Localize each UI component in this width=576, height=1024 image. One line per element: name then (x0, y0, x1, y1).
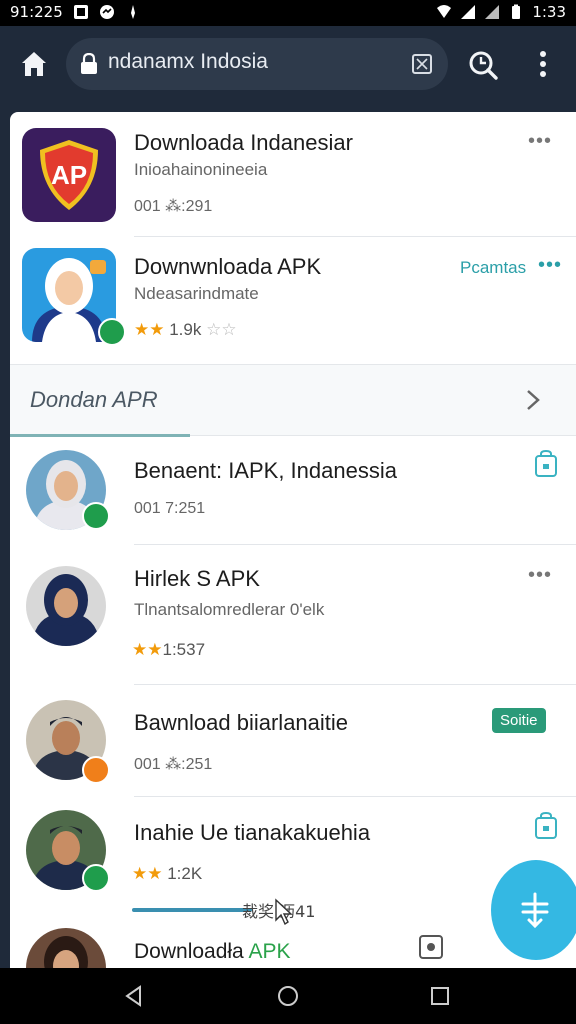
rating-empty-stars: ☆☆ (206, 320, 237, 339)
person-hijab-icon (32, 574, 100, 646)
rating: ★★ 1:2K (132, 864, 203, 883)
item-title: Inahie Ue tianakakuehia (134, 820, 371, 845)
divider (134, 544, 576, 545)
divider (134, 796, 576, 797)
recents-icon[interactable] (428, 984, 452, 1008)
app-subtitle: Inioahainonineeia (134, 160, 268, 179)
app-action-link[interactable]: Pcamtas (460, 258, 526, 278)
picture-in-picture-icon[interactable] (418, 934, 444, 960)
app-logo-shield: AP (22, 128, 116, 222)
item-subtitle: Tlnantsalomredlerar 0'elk (134, 600, 325, 619)
signal-icon (461, 5, 476, 19)
item-meta: 001 ⁂:251 (134, 756, 213, 773)
list-item[interactable]: Benaent: IAPK, Indanessia 001 7:251 (10, 436, 576, 546)
app-item[interactable]: AP Downloada Indanesiar Inioahainonineei… (10, 112, 576, 236)
list-item[interactable]: Hirlek S APK Tlnantsalomredlerar 0'elk ★… (10, 546, 576, 684)
signal-icon-2 (485, 5, 500, 19)
rating-value: 1:2K (167, 864, 203, 883)
status-bar: 91:225 1:33 (0, 0, 576, 26)
item-title: Bawnload biiarlanaitie (134, 710, 349, 735)
app-item[interactable]: Downwnloada APK Ndeasarindmate ★★ 1.9k ☆… (10, 236, 576, 364)
list-item[interactable]: Inahie Ue tianakakuehia ★★ 1:2K (10, 798, 576, 908)
app-title: Downloada Indanesiar (134, 130, 353, 155)
item-title: Downloadła APK (134, 940, 290, 964)
lock-icon[interactable] (534, 812, 558, 840)
progress-bar (132, 908, 252, 912)
item-title-part: Downloadła (134, 940, 244, 963)
battery-icon (512, 4, 521, 19)
download-icon (521, 892, 549, 929)
verified-badge-icon (98, 318, 126, 346)
status-badge-icon (82, 756, 110, 784)
floating-action-button[interactable] (491, 860, 576, 960)
more-options-button[interactable]: ••• (528, 564, 552, 587)
action-pill-button[interactable]: Soitie (492, 708, 546, 733)
rating-value: 1:537 (162, 640, 206, 659)
list-item[interactable]: Downloadła APK (10, 916, 576, 970)
shield-icon: AP (40, 140, 98, 210)
tab-switcher-icon[interactable] (410, 52, 434, 76)
system-nav-bar (0, 968, 576, 1024)
more-options-button[interactable]: ••• (538, 254, 562, 277)
svg-text:AP: AP (51, 160, 87, 190)
divider (134, 684, 576, 685)
list-item[interactable]: Bawnload biiarlanaitie 001 ⁂:251 Soitie (10, 686, 576, 796)
url-text: ndanamx Indosia (108, 50, 268, 73)
rating-value: 1.9k (169, 320, 202, 339)
section-header[interactable]: Dondan APR (10, 364, 576, 437)
home-icon[interactable] (18, 48, 50, 80)
lock-icon[interactable] (534, 450, 558, 478)
item-title: Hirlek S APK (134, 566, 260, 591)
person-icon (44, 936, 88, 970)
avatar (26, 566, 106, 646)
app-subtitle: Ndeasarindmate (134, 284, 259, 303)
search-icon[interactable] (466, 48, 500, 82)
rating: ★★ 1.9k ☆☆ (134, 320, 237, 339)
section-title: Dondan APR (30, 387, 158, 412)
overflow-menu-icon[interactable] (530, 48, 556, 82)
browser-toolbar: ndanamx Indosia (0, 26, 576, 102)
home-nav-icon[interactable] (276, 984, 300, 1008)
wifi-icon (437, 5, 452, 18)
navigation-icon (130, 5, 135, 19)
notification-app-icon (73, 5, 88, 19)
rating: ★★1:537 (132, 640, 206, 659)
lock-icon (81, 53, 97, 74)
more-options-button[interactable]: ••• (528, 130, 552, 153)
app-meta: 001 ⁂:291 (134, 198, 213, 215)
address-bar[interactable]: ndanamx Indosia (66, 38, 448, 90)
avatar (26, 928, 106, 970)
item-title-highlight: APK (248, 940, 291, 963)
back-icon[interactable] (122, 984, 146, 1008)
app-title: Downwnloada APK (134, 254, 322, 279)
item-title: Benaent: IAPK, Indanessia (134, 458, 397, 483)
page-content: AP Downloada Indanesiar Inioahainonineei… (10, 112, 576, 970)
status-time-left: 91:225 (10, 3, 63, 21)
verified-badge-icon (82, 502, 110, 530)
verified-badge-icon (82, 864, 110, 892)
chevron-right-icon[interactable] (526, 389, 540, 411)
messenger-icon (99, 5, 114, 19)
item-meta: 001 7:251 (134, 500, 206, 517)
status-time-right: 1:33 (532, 3, 566, 21)
